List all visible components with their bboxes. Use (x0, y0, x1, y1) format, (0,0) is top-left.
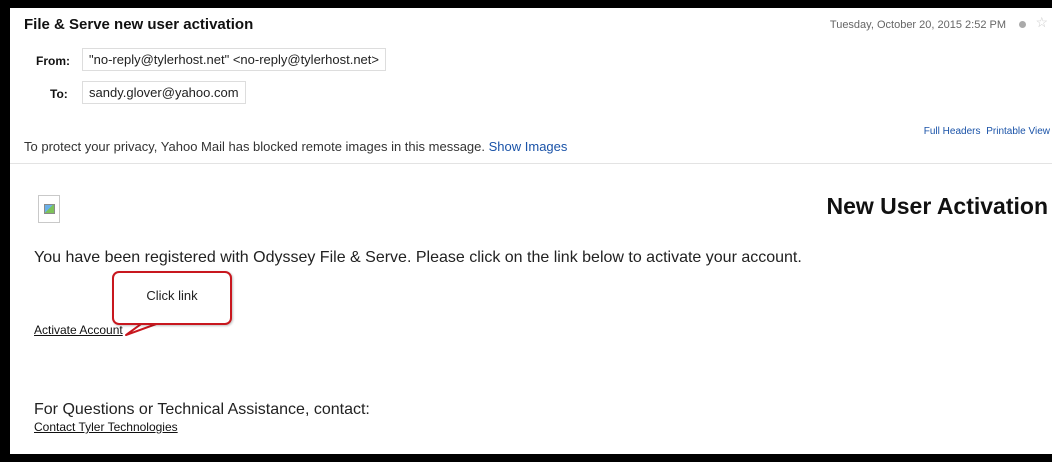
callout-pointer-join (150, 317, 168, 321)
email-viewer: File & Serve new user activation Tuesday… (10, 8, 1052, 454)
questions-text: For Questions or Technical Assistance, c… (34, 401, 370, 418)
activate-account-link[interactable]: Activate Account (34, 323, 123, 337)
contact-tyler-link[interactable]: Contact Tyler Technologies (34, 420, 178, 434)
